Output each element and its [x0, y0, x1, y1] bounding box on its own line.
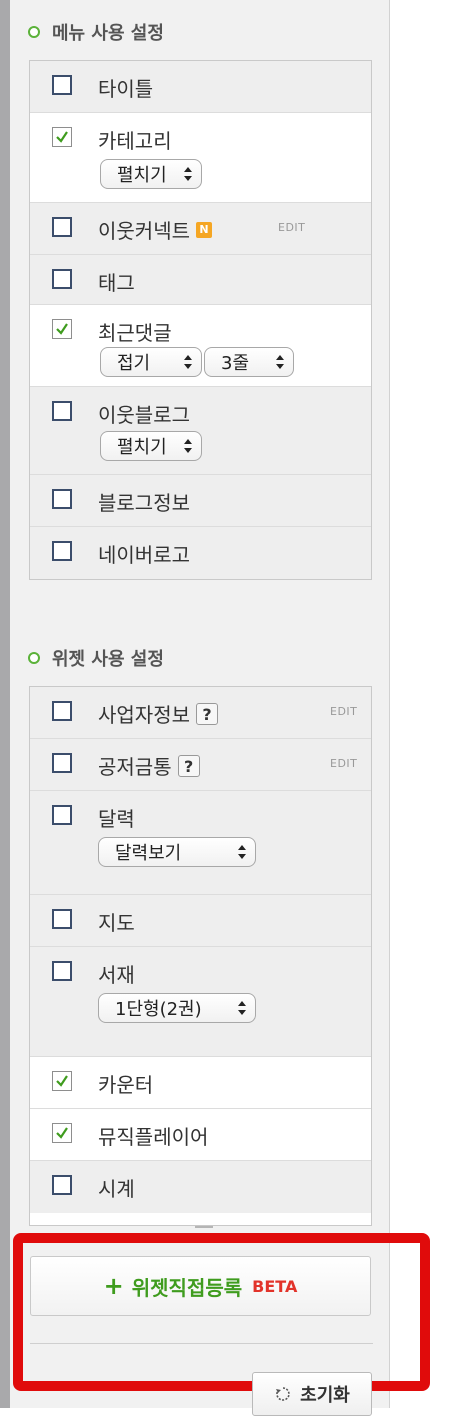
edit-link[interactable]: EDIT: [330, 757, 357, 770]
widget-settings-list: 사업자정보 ? EDIT 공저금통 ? EDIT 달력 달력보기 지도 서재 1…: [29, 686, 372, 1226]
new-badge-icon: N: [196, 221, 212, 238]
menu-item-blog-info[interactable]: 블로그정보: [30, 475, 371, 527]
widget-item-label: 공저금통 ?: [98, 751, 200, 780]
check-icon: [56, 131, 68, 143]
checkbox-icon[interactable]: [52, 1071, 72, 1091]
menu-item-neighbor-connect[interactable]: 이웃커넥트 N EDIT: [30, 203, 371, 255]
checkbox-icon[interactable]: [52, 753, 72, 773]
checkbox-icon[interactable]: [52, 701, 72, 721]
widget-item-calendar[interactable]: 달력 달력보기: [30, 791, 371, 895]
help-icon[interactable]: ?: [196, 702, 218, 725]
checkbox-icon[interactable]: [52, 909, 72, 929]
check-icon: [56, 1127, 68, 1139]
widget-item-label: 사업자정보 ?: [98, 699, 218, 728]
menu-item-label: 블로그정보: [98, 491, 190, 515]
checkbox-icon[interactable]: [52, 541, 72, 561]
menu-item-label: 최근댓글: [98, 321, 172, 345]
widget-item-clock[interactable]: 시계: [30, 1161, 371, 1213]
bullet-icon: [28, 26, 40, 38]
checkbox-icon[interactable]: [52, 269, 72, 289]
widget-item-label: 카운터: [98, 1073, 154, 1097]
menu-item-label: 태그: [98, 271, 135, 295]
widget-item-map[interactable]: 지도: [30, 895, 371, 947]
widget-item-label: 서재: [98, 963, 135, 987]
widget-section-title: 위젯 사용 설정: [28, 646, 164, 670]
checkbox-icon[interactable]: [52, 1175, 72, 1195]
menu-item-label: 타이틀: [98, 77, 154, 101]
highlight-box: [13, 1233, 430, 1391]
menu-settings-list: 타이틀 카테고리 펼치기 이웃커넥트 N EDIT 태그 최근댓글 접기 3줄 …: [29, 60, 372, 580]
checkbox-icon[interactable]: [52, 217, 72, 237]
select-arrows-icon: [184, 167, 192, 181]
window-edge: [0, 0, 10, 1408]
recent-comments-lines-select[interactable]: 3줄: [204, 347, 294, 377]
checkbox-icon[interactable]: [52, 127, 72, 147]
select-arrows-icon: [238, 1001, 246, 1015]
widget-item-piggy-bank[interactable]: 공저금통 ? EDIT: [30, 739, 371, 791]
select-arrows-icon: [238, 845, 246, 859]
checkbox-icon[interactable]: [52, 401, 72, 421]
checkbox-icon[interactable]: [52, 961, 72, 981]
neighbor-blog-display-select[interactable]: 펼치기: [100, 431, 202, 461]
checkbox-icon[interactable]: [52, 1123, 72, 1143]
scroll-indicator[interactable]: [195, 1226, 213, 1228]
widget-item-label: 지도: [98, 911, 135, 935]
bullet-icon: [28, 652, 40, 664]
recent-comments-fold-select[interactable]: 접기: [100, 347, 202, 377]
checkbox-icon[interactable]: [52, 489, 72, 509]
edit-link[interactable]: EDIT: [278, 221, 305, 234]
widget-item-counter[interactable]: 카운터: [30, 1057, 371, 1109]
reset-button[interactable]: 초기화: [252, 1372, 372, 1416]
checkbox-icon[interactable]: [52, 75, 72, 95]
widget-item-music-player[interactable]: 뮤직플레이어: [30, 1109, 371, 1161]
menu-section-title: 메뉴 사용 설정: [28, 20, 164, 44]
select-arrows-icon: [184, 355, 192, 369]
menu-item-label: 이웃커넥트 N: [98, 215, 212, 244]
help-icon[interactable]: ?: [177, 754, 200, 777]
select-arrows-icon: [276, 355, 284, 369]
edit-link[interactable]: EDIT: [330, 705, 357, 718]
menu-item-title[interactable]: 타이틀: [30, 61, 371, 113]
widget-item-label: 시계: [98, 1177, 135, 1201]
widget-item-business-info[interactable]: 사업자정보 ? EDIT: [30, 687, 371, 739]
widget-item-label: 달력: [98, 807, 135, 831]
check-icon: [56, 323, 68, 335]
widget-item-label: 뮤직플레이어: [98, 1125, 209, 1149]
check-icon: [56, 1075, 68, 1087]
library-layout-select[interactable]: 1단형(2권): [98, 993, 256, 1023]
divider: [30, 1343, 373, 1344]
menu-item-label: 카테고리: [98, 129, 172, 153]
menu-item-naver-logo[interactable]: 네이버로고: [30, 527, 371, 579]
menu-item-tag[interactable]: 태그: [30, 255, 371, 305]
reset-icon: [276, 1387, 290, 1401]
widget-item-library[interactable]: 서재 1단형(2권): [30, 947, 371, 1057]
menu-item-label: 네이버로고: [98, 543, 190, 567]
calendar-view-select[interactable]: 달력보기: [98, 837, 256, 867]
menu-item-label: 이웃블로그: [98, 403, 190, 427]
category-display-select[interactable]: 펼치기: [100, 159, 202, 189]
checkbox-icon[interactable]: [52, 805, 72, 825]
select-arrows-icon: [184, 439, 192, 453]
menu-item-category[interactable]: 카테고리 펼치기: [30, 113, 371, 203]
menu-item-neighbor-blog[interactable]: 이웃블로그 펼치기: [30, 387, 371, 475]
checkbox-icon[interactable]: [52, 319, 72, 339]
menu-item-recent-comments[interactable]: 최근댓글 접기 3줄: [30, 305, 371, 387]
